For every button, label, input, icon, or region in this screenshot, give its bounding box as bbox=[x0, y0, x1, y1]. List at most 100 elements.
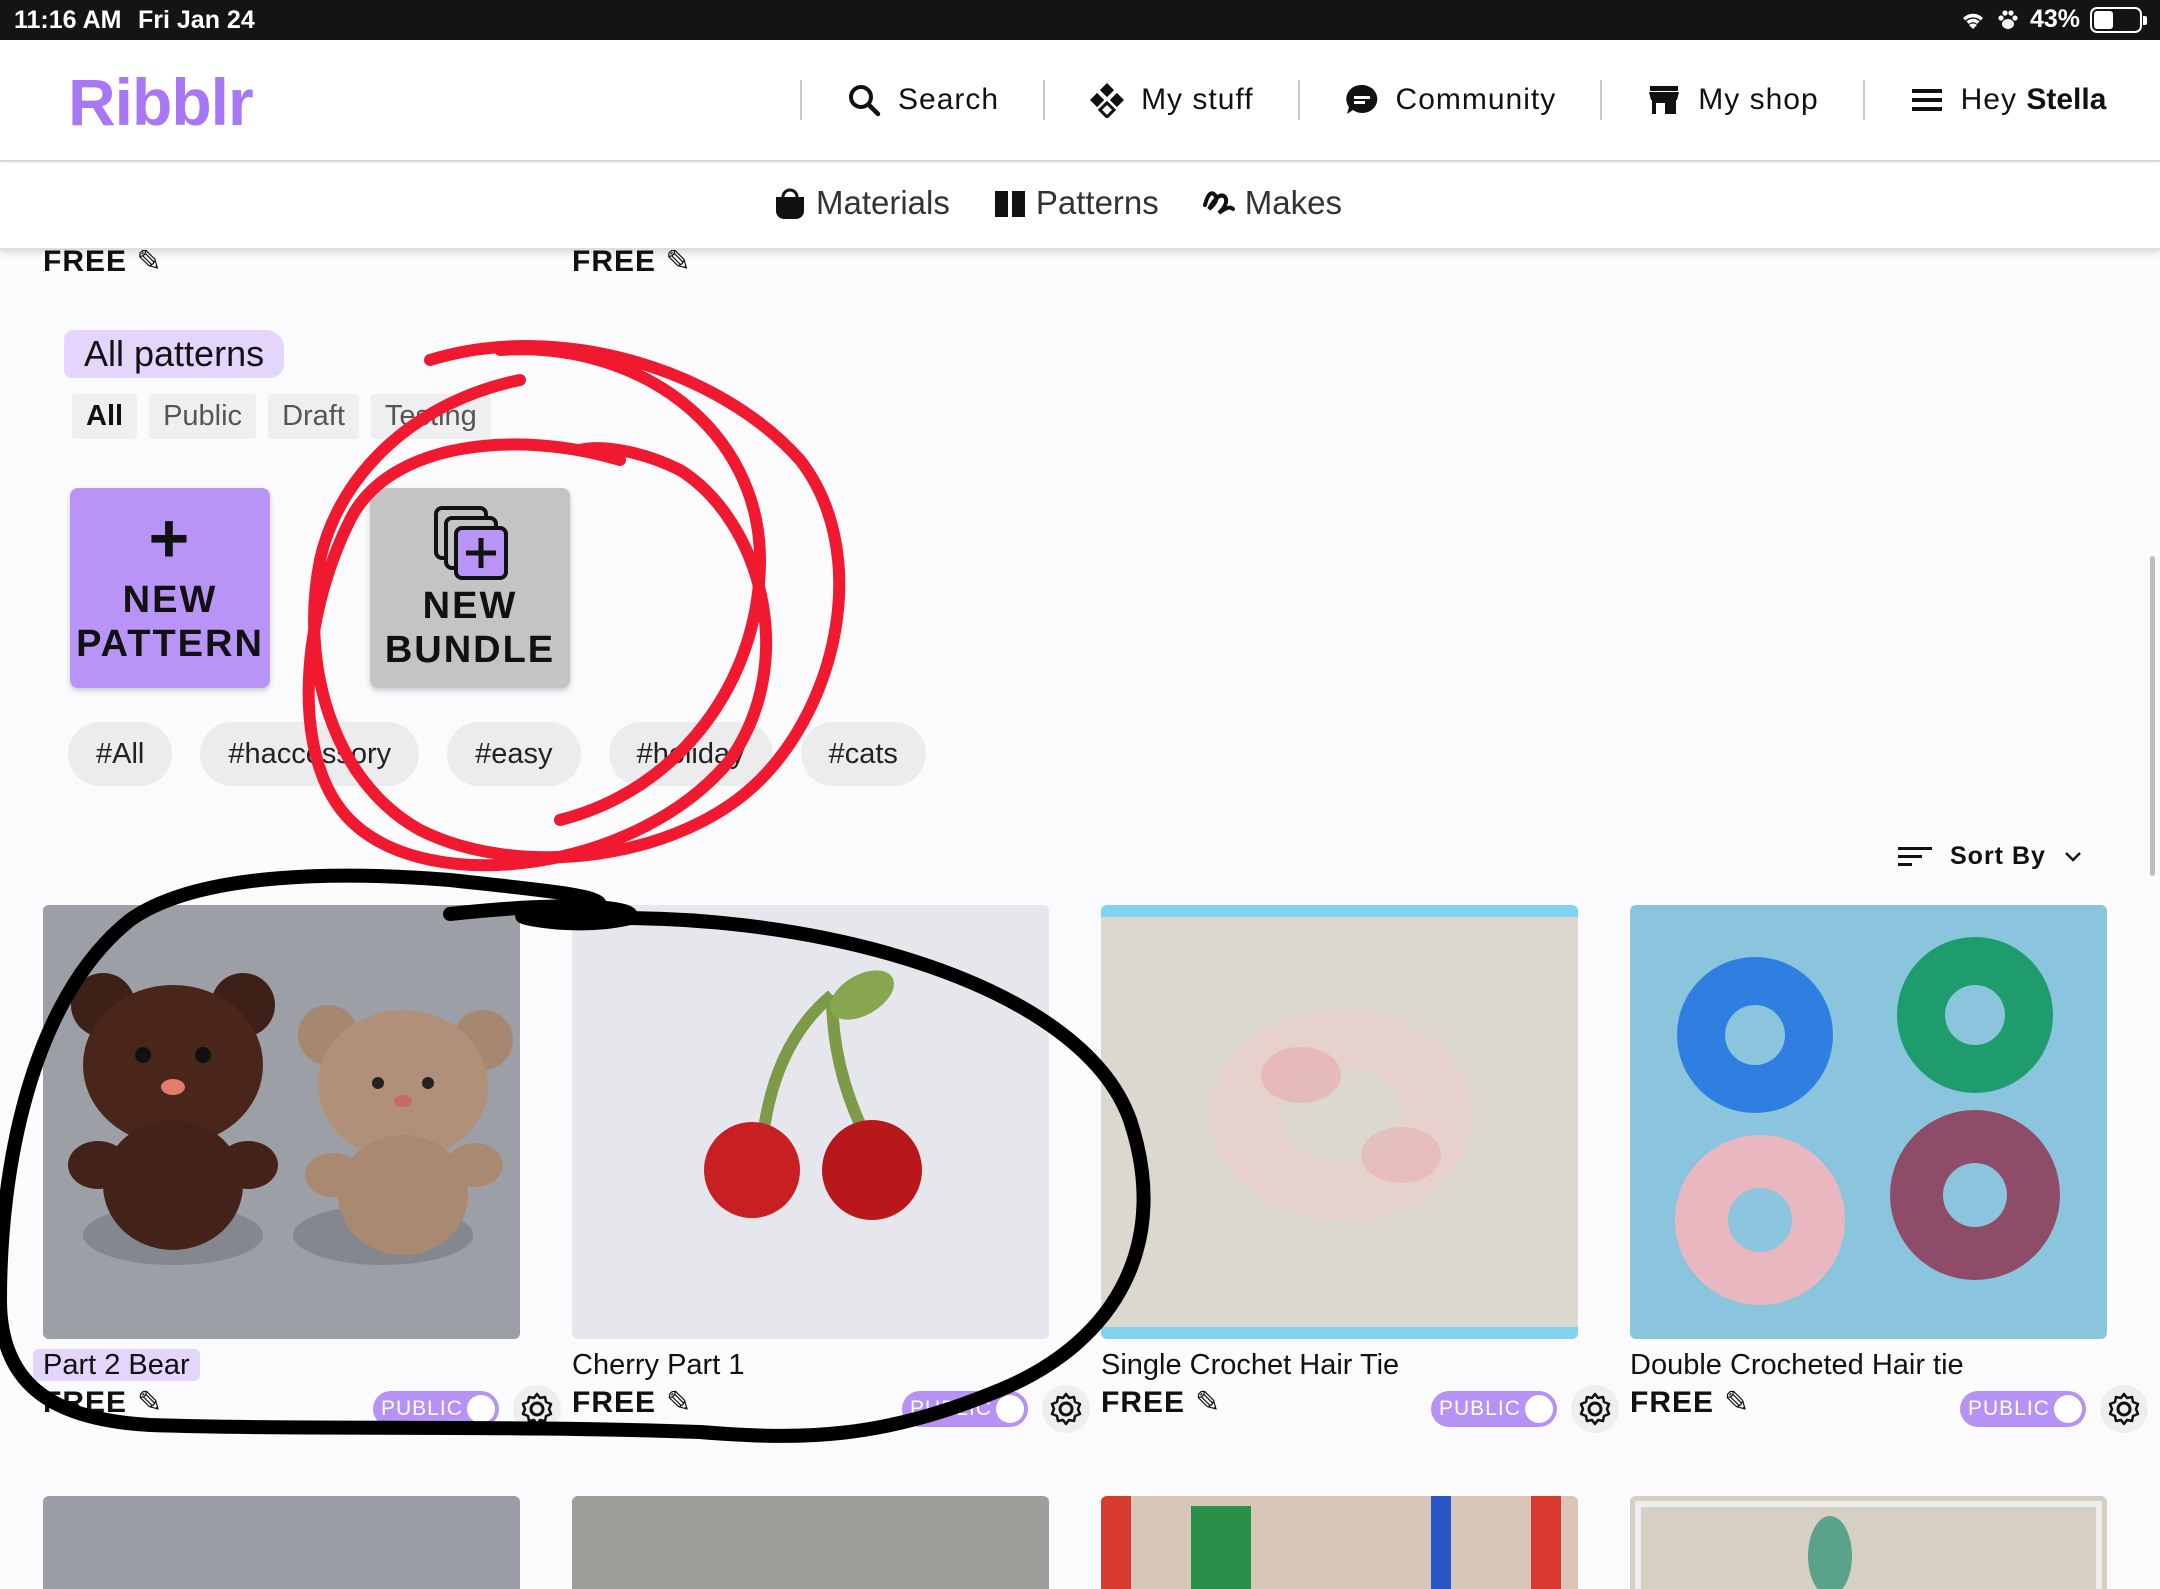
top-header: Ribblr Search My stuff Community My shop… bbox=[0, 40, 2160, 162]
menu-username: Stella bbox=[2026, 83, 2107, 116]
pattern-title[interactable]: Cherry Part 1 bbox=[572, 1349, 1049, 1385]
pattern-price: FREE ✎ bbox=[1101, 1385, 1222, 1420]
shop-icon bbox=[1649, 86, 1680, 114]
tab-materials[interactable]: Materials bbox=[772, 184, 950, 222]
settings-button[interactable] bbox=[2100, 1385, 2148, 1433]
cherry-photo bbox=[572, 905, 1049, 1339]
rug-photo bbox=[572, 1496, 1049, 1589]
wifi-icon bbox=[1962, 13, 1983, 29]
tag-chip[interactable]: #easy bbox=[447, 722, 581, 786]
pattern-price: FREE ✎ bbox=[43, 1385, 164, 1420]
hair-tie-photo bbox=[1101, 905, 1578, 1339]
bundle-stack-icon bbox=[434, 506, 508, 580]
pattern-thumbnail[interactable] bbox=[1101, 1496, 1578, 1589]
tab-makes[interactable]: Makes bbox=[1201, 184, 1342, 222]
pattern-thumbnail[interactable] bbox=[1630, 1496, 2107, 1589]
battery-fill bbox=[2094, 10, 2113, 29]
pattern-card[interactable]: Cherry Part 1 FREE ✎ PUBLIC bbox=[572, 905, 1090, 1437]
nav-community[interactable]: Community bbox=[1300, 82, 1601, 118]
pattern-thumbnail[interactable] bbox=[1630, 905, 2107, 1339]
chevron-down-icon bbox=[2065, 851, 2081, 862]
gear-icon bbox=[1050, 1392, 1082, 1426]
tab-patterns-label: Patterns bbox=[1035, 184, 1159, 221]
section-title: All patterns bbox=[64, 330, 285, 378]
nav-my-shop[interactable]: My shop bbox=[1602, 82, 1862, 118]
user-menu[interactable]: Hey Stella bbox=[1865, 82, 2107, 118]
pattern-title[interactable]: Part 2 Bear bbox=[33, 1349, 520, 1385]
tag-chip[interactable]: #All bbox=[68, 722, 173, 786]
nav-my-stuff[interactable]: My stuff bbox=[1045, 82, 1297, 118]
gear-icon bbox=[2108, 1392, 2140, 1426]
pattern-price: FREE ✎ bbox=[572, 1385, 693, 1420]
settings-button[interactable] bbox=[1571, 1385, 1619, 1433]
nav-my-shop-label: My shop bbox=[1698, 83, 1819, 116]
toggle-knob bbox=[1525, 1395, 1553, 1423]
tag-chip[interactable]: #holiday bbox=[608, 722, 773, 786]
bag-icon bbox=[776, 188, 804, 219]
sort-by-dropdown[interactable]: Sort By bbox=[1898, 842, 2082, 871]
paw-icon bbox=[1998, 9, 2018, 29]
tag-chip[interactable]: #cats bbox=[800, 722, 926, 786]
filter-public[interactable]: Public bbox=[149, 394, 257, 439]
plus-icon: + bbox=[148, 499, 192, 577]
crochet-hook-icon: ✎ bbox=[1724, 1386, 1751, 1419]
settings-button[interactable] bbox=[513, 1385, 561, 1433]
scrunchies-photo bbox=[1630, 905, 2107, 1339]
pattern-card[interactable]: Part 2 Bear FREE ✎ PUBLIC bbox=[33, 905, 561, 1437]
public-toggle[interactable]: PUBLIC bbox=[902, 1391, 1028, 1427]
toggle-knob bbox=[996, 1395, 1024, 1423]
pattern-thumbnail[interactable] bbox=[572, 905, 1049, 1339]
settings-button[interactable] bbox=[1042, 1385, 1090, 1433]
pattern-title[interactable]: Double Crocheted Hair tie bbox=[1630, 1349, 2107, 1385]
bears-photo bbox=[43, 905, 520, 1339]
search-icon bbox=[849, 85, 881, 117]
diamond-grid-icon bbox=[1090, 83, 1125, 118]
sort-by-label: Sort By bbox=[1950, 842, 2046, 870]
nav-search[interactable]: Search bbox=[802, 82, 1043, 118]
pattern-title[interactable]: Single Crochet Hair Tie bbox=[1101, 1349, 1578, 1385]
pattern-thumbnail[interactable] bbox=[43, 1496, 520, 1589]
pattern-thumbnail[interactable] bbox=[43, 905, 520, 1339]
filter-testing[interactable]: Testing bbox=[370, 394, 491, 439]
tag-filter-list: #All #haccessory #easy #holiday #cats bbox=[68, 722, 926, 786]
status-filter: All Public Draft Testing bbox=[72, 394, 491, 439]
new-bundle-line2: BUNDLE bbox=[384, 629, 556, 671]
crochet-hook-icon: ✎ bbox=[137, 1386, 164, 1419]
new-pattern-line1: NEW bbox=[122, 579, 218, 621]
nav-search-label: Search bbox=[898, 83, 1000, 116]
pattern-card[interactable]: Single Crochet Hair Tie FREE ✎ PUBLIC bbox=[1101, 905, 1619, 1437]
new-pattern-button[interactable]: + NEW PATTERN bbox=[70, 488, 270, 688]
status-bar: 11:16 AM Fri Jan 24 43% bbox=[0, 0, 2160, 40]
nav-my-stuff-label: My stuff bbox=[1141, 83, 1254, 116]
public-toggle[interactable]: PUBLIC bbox=[1960, 1391, 2086, 1427]
new-pattern-line2: PATTERN bbox=[76, 623, 264, 665]
ribblr-logo[interactable]: Ribblr bbox=[68, 64, 254, 140]
chat-bubble-icon bbox=[1345, 84, 1377, 114]
gray-photo bbox=[43, 1496, 520, 1589]
pattern-thumbnail[interactable] bbox=[572, 1496, 1049, 1589]
nav-community-label: Community bbox=[1395, 83, 1557, 116]
battery-icon bbox=[2090, 6, 2147, 33]
filter-all[interactable]: All bbox=[72, 394, 138, 439]
tab-patterns[interactable]: Patterns bbox=[992, 184, 1159, 222]
tab-makes-label: Makes bbox=[1244, 184, 1342, 221]
scrollbar[interactable] bbox=[2150, 556, 2155, 876]
tab-materials-label: Materials bbox=[816, 184, 950, 221]
yarn-icon bbox=[1202, 191, 1235, 215]
filter-draft[interactable]: Draft bbox=[268, 394, 359, 439]
pattern-thumbnail[interactable] bbox=[1101, 905, 1578, 1339]
battery-percent: 43% bbox=[2029, 5, 2080, 33]
new-bundle-button[interactable]: NEW BUNDLE bbox=[370, 488, 570, 688]
public-toggle[interactable]: PUBLIC bbox=[1431, 1391, 1557, 1427]
crochet-hook-icon: ✎ bbox=[1195, 1386, 1222, 1419]
public-toggle[interactable]: PUBLIC bbox=[373, 1391, 499, 1427]
sort-lines-icon bbox=[1898, 846, 1932, 866]
pattern-card[interactable]: Double Crocheted Hair tie FREE ✎ PUBLIC bbox=[1630, 905, 2148, 1437]
gear-icon bbox=[1579, 1392, 1611, 1426]
main-nav: Search My stuff Community My shop Hey St… bbox=[800, 76, 2106, 124]
tag-chip[interactable]: #haccessory bbox=[200, 722, 420, 786]
book-icon bbox=[994, 191, 1025, 217]
hamburger-icon bbox=[1911, 89, 1942, 111]
toggle-knob bbox=[2054, 1395, 2082, 1423]
pattern-price: FREE ✎ bbox=[1630, 1385, 1751, 1420]
